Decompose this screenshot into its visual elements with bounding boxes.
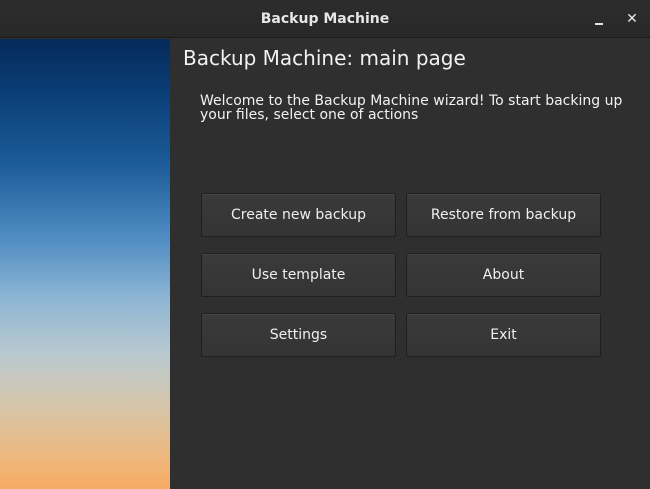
settings-button[interactable]: Settings (201, 313, 396, 357)
app-window: Backup Machine ✕ Backup Machine: main pa… (0, 0, 650, 489)
exit-button[interactable]: Exit (406, 313, 601, 357)
main-page: Backup Machine: main page Welcome to the… (170, 39, 650, 489)
minimize-button[interactable] (588, 8, 610, 30)
page-title: Backup Machine: main page (183, 46, 466, 70)
close-button[interactable]: ✕ (621, 8, 643, 30)
title-bar[interactable]: Backup Machine ✕ (0, 0, 650, 38)
sidebar-gradient-image (0, 39, 170, 489)
minimize-icon (595, 23, 603, 25)
create-new-backup-button[interactable]: Create new backup (201, 193, 396, 237)
window-title: Backup Machine (260, 11, 390, 27)
use-template-button[interactable]: Use template (201, 253, 396, 297)
welcome-text: Welcome to the Backup Machine wizard! To… (200, 93, 623, 123)
close-icon: ✕ (626, 11, 638, 27)
restore-from-backup-button[interactable]: Restore from backup (406, 193, 601, 237)
about-button[interactable]: About (406, 253, 601, 297)
